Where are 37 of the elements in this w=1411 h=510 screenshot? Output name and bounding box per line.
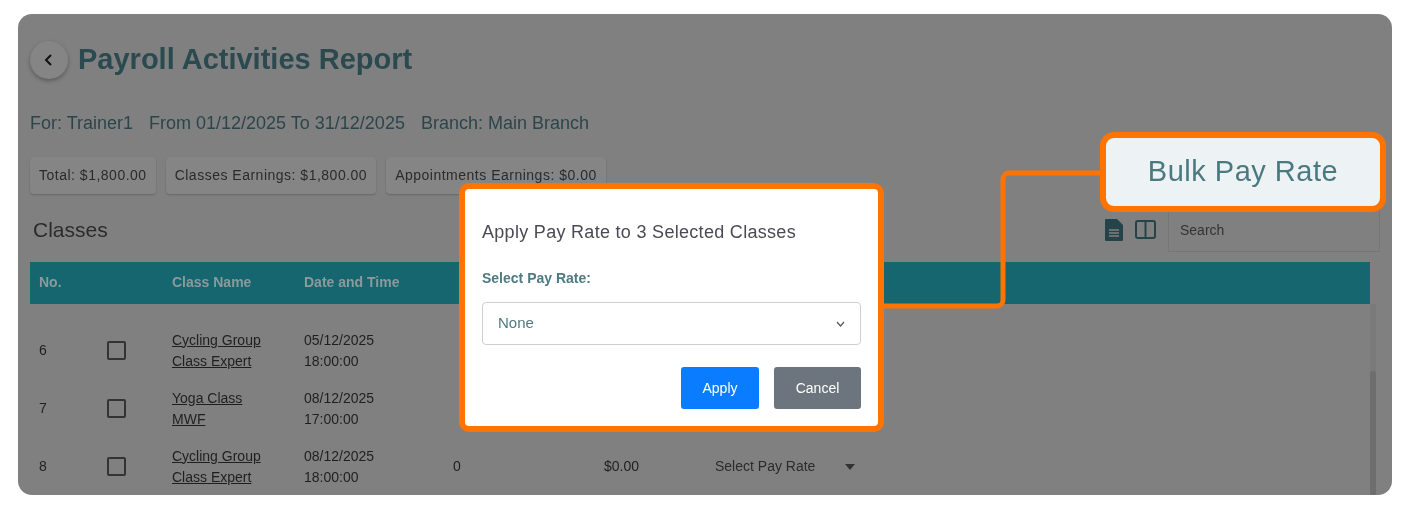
chevron-down-icon xyxy=(836,320,845,327)
report-info-text: From 01/12/2025 To 31/12/2025 xyxy=(149,111,405,135)
back-button[interactable] xyxy=(30,40,68,79)
column-header: Class Name xyxy=(172,273,253,292)
class-name-link[interactable]: Cycling Group Class Expert xyxy=(172,329,304,372)
date-time-text: 08/12/2025 17:00:00 xyxy=(304,388,376,429)
summary-chip: Classes Earnings: $1,800.00 xyxy=(165,156,377,194)
report-info-text: For: Trainer1 xyxy=(30,111,134,135)
row-number: 8 xyxy=(39,457,48,476)
pay-rate-select[interactable]: None xyxy=(482,302,861,345)
page-title: Payroll Activities Report xyxy=(78,42,413,77)
amount-text: $0.00 xyxy=(604,457,641,476)
callout-label: Bulk Pay Rate xyxy=(1100,132,1386,212)
class-name-link[interactable]: Yoga Class MWF xyxy=(172,387,304,430)
document-icon[interactable] xyxy=(1105,218,1123,241)
section-title: Classes xyxy=(33,216,108,243)
columns-icon[interactable] xyxy=(1135,220,1156,239)
column-header: No. xyxy=(39,273,63,292)
date-time-text: 05/12/2025 18:00:00 xyxy=(304,330,376,371)
column-header: Date and Time xyxy=(304,273,400,292)
table-cell-text: 0 xyxy=(453,457,462,476)
class-name-link[interactable]: Cycling Group Class Expert xyxy=(172,445,304,488)
report-info-text: Branch: Main Branch xyxy=(420,111,589,135)
row-checkbox[interactable] xyxy=(107,457,126,476)
row-checkbox[interactable] xyxy=(107,341,126,360)
row-checkbox[interactable] xyxy=(107,399,126,418)
date-time-text: 08/12/2025 18:00:00 xyxy=(304,446,376,487)
cancel-button[interactable]: Cancel xyxy=(774,367,861,409)
field-label: Select Pay Rate: xyxy=(482,269,592,288)
summary-chip: Total: $1,800.00 xyxy=(30,156,156,194)
chevron-left-icon xyxy=(44,52,54,67)
row-number: 7 xyxy=(39,399,48,418)
caret-icon xyxy=(845,463,856,470)
apply-button[interactable]: Apply xyxy=(681,367,759,409)
row-number: 6 xyxy=(39,341,48,360)
pay-rate-dropdown[interactable]: Select Pay Rate xyxy=(715,456,856,477)
dialog-title: Apply Pay Rate to 3 Selected Classes xyxy=(482,221,797,244)
